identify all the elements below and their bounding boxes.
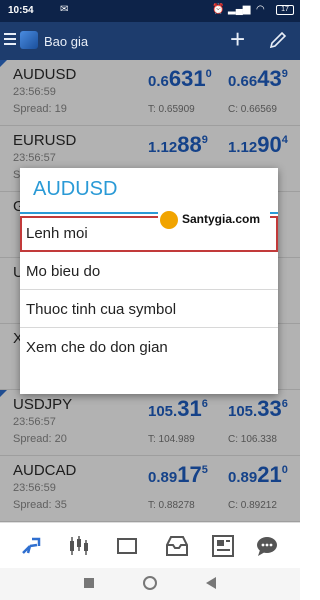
menu-icon[interactable]: [4, 33, 16, 47]
edit-icon[interactable]: [268, 30, 288, 50]
menu-item-open-chart[interactable]: Mo bieu do: [20, 254, 278, 290]
dialog-title: AUDUSD: [33, 178, 118, 200]
alarm-icon: ⏰: [212, 4, 225, 15]
symbol-context-menu: AUDUSD Lenh moi Mo bieu do Thuoc tinh cu…: [20, 168, 278, 394]
home-icon[interactable]: [143, 576, 157, 590]
app-logo: [20, 31, 38, 49]
notification-icon: ✉: [60, 4, 69, 15]
trade-icon[interactable]: [114, 533, 140, 559]
app-bar: Bao gia +: [0, 22, 300, 60]
bottom-tab-bar: [0, 522, 300, 568]
chart-icon[interactable]: [66, 533, 92, 559]
add-symbol-icon[interactable]: +: [230, 26, 245, 52]
chat-icon[interactable]: [254, 533, 280, 559]
wifi-icon: ◠: [256, 4, 265, 15]
quotes-icon[interactable]: [18, 533, 44, 559]
recent-apps-icon[interactable]: [84, 578, 94, 588]
menu-item-simple-view[interactable]: Xem che do don gian: [20, 330, 278, 366]
watermark-logo-icon: [160, 211, 178, 229]
history-icon[interactable]: [164, 533, 190, 559]
system-nav-bar: [0, 568, 300, 600]
battery-icon: 17: [276, 5, 294, 15]
menu-item-symbol-properties[interactable]: Thuoc tinh cua symbol: [20, 292, 278, 328]
status-bar: 10:54 ✉ ⏰ ▂▄▆ ◠ 17: [0, 0, 300, 22]
back-icon[interactable]: [206, 577, 216, 589]
page-title: Bao gia: [44, 34, 89, 49]
watermark: Santygia.com: [158, 209, 270, 231]
news-icon[interactable]: [210, 533, 236, 559]
watermark-text: Santygia.com: [182, 212, 261, 226]
status-time: 10:54: [8, 5, 34, 16]
signal-icon: ▂▄▆: [228, 4, 251, 15]
